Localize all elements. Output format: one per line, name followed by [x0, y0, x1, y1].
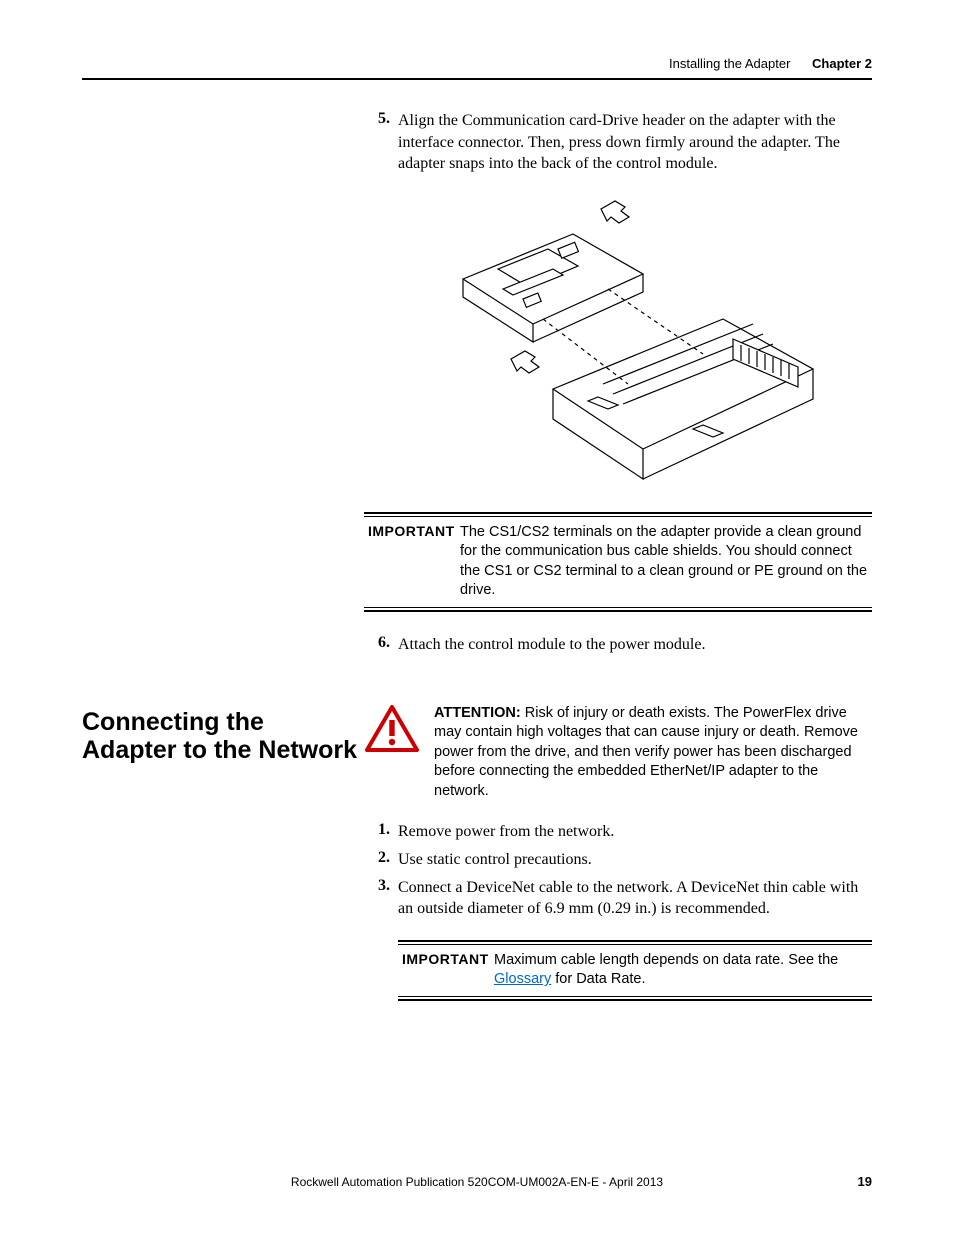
step-5: 5. Align the Communication card-Drive he…	[364, 110, 872, 175]
important-box-2: IMPORTANT Maximum cable length depends o…	[398, 940, 872, 1001]
header-chapter: Chapter 2	[812, 56, 872, 71]
step-number: 1.	[364, 821, 398, 843]
attention-label: ATTENTION:	[434, 705, 521, 721]
important2-pre: Maximum cable length depends on data rat…	[494, 952, 838, 968]
important-box-1: IMPORTANT The CS1/CS2 terminals on the a…	[364, 512, 872, 612]
step-text: Use static control precautions.	[398, 849, 872, 871]
step-text: Attach the control module to the power m…	[398, 634, 872, 656]
header-section: Installing the Adapter	[669, 56, 790, 71]
step-number: 6.	[364, 634, 398, 656]
step-text: Remove power from the network.	[398, 821, 872, 843]
footer-publication: Rockwell Automation Publication 520COM-U…	[82, 1175, 872, 1189]
header-rule	[82, 78, 872, 80]
section-heading: Connecting the Adapter to the Network	[82, 708, 364, 766]
step-number: 3.	[364, 877, 398, 920]
net-step-2: 2. Use static control precautions.	[364, 849, 872, 871]
adapter-install-figure	[364, 189, 872, 494]
attention-text: ATTENTION: Risk of injury or death exist…	[434, 704, 872, 802]
net-step-1: 1. Remove power from the network.	[364, 821, 872, 843]
attention-callout: ATTENTION: Risk of injury or death exist…	[364, 704, 872, 802]
important-text: Maximum cable length depends on data rat…	[494, 951, 868, 990]
attention-icon	[364, 704, 420, 759]
page-number: 19	[858, 1174, 872, 1189]
important-label: IMPORTANT	[368, 523, 460, 601]
running-header: Installing the Adapter Chapter 2	[669, 56, 872, 71]
important-text: The CS1/CS2 terminals on the adapter pro…	[460, 523, 868, 601]
step-text: Align the Communication card-Drive heade…	[398, 110, 872, 175]
important2-post: for Data Rate.	[551, 971, 645, 987]
step-text: Connect a DeviceNet cable to the network…	[398, 877, 872, 920]
net-step-3: 3. Connect a DeviceNet cable to the netw…	[364, 877, 872, 920]
important-label: IMPORTANT	[402, 951, 494, 990]
step-number: 2.	[364, 849, 398, 871]
glossary-link[interactable]: Glossary	[494, 971, 551, 987]
step-6: 6. Attach the control module to the powe…	[364, 634, 872, 656]
step-number: 5.	[364, 110, 398, 175]
